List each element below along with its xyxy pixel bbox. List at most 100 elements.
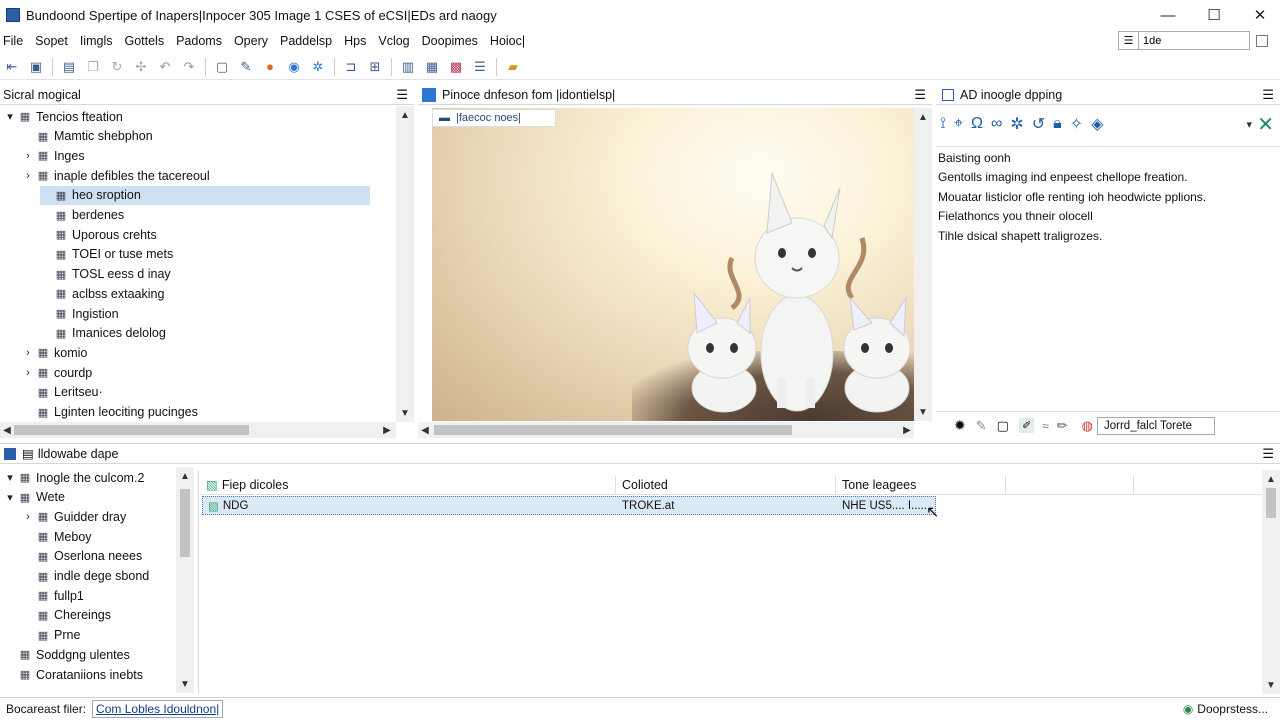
- image-viewer[interactable]: [432, 108, 914, 421]
- tree-item[interactable]: ▦ Soddgng ulentes: [4, 645, 130, 664]
- table-vscroll[interactable]: ▲ ▼: [1262, 470, 1280, 694]
- expand-arrow-icon[interactable]: ›: [22, 170, 34, 182]
- tree-item[interactable]: ▾ ▦ Wete: [4, 488, 65, 507]
- pencil-icon[interactable]: ✏︎: [1057, 418, 1068, 434]
- tree-item[interactable]: ▦ Corataniions inebts: [4, 665, 143, 684]
- footer-field[interactable]: Jorrd_falcl Torete: [1097, 416, 1215, 435]
- link-tool-icon[interactable]: ∞: [991, 115, 1002, 133]
- tree-item[interactable]: ▦ Ingistion: [40, 304, 119, 323]
- tree-item[interactable]: ▦ Oserlona neees: [22, 547, 142, 566]
- tree-item[interactable]: ▦ Lginten leociting pucinges: [22, 403, 198, 422]
- panel-icon[interactable]: ▥: [398, 57, 418, 77]
- scroll-thumb[interactable]: [14, 425, 249, 435]
- gear-icon[interactable]: ✲: [308, 57, 328, 77]
- link-icon[interactable]: ⊐: [341, 57, 361, 77]
- settings-tool-icon[interactable]: ✲: [1010, 114, 1023, 134]
- scroll-thumb[interactable]: [1266, 488, 1276, 518]
- scroll-thumb[interactable]: [180, 489, 190, 557]
- scroll-down-icon[interactable]: ▼: [914, 403, 932, 421]
- viewer-hscroll[interactable]: ◀ ▶: [418, 422, 914, 438]
- refresh-icon[interactable]: ↻: [107, 57, 127, 77]
- scroll-up-icon[interactable]: ▲: [1262, 470, 1280, 488]
- column-header[interactable]: ▧ Fiep dicoles: [200, 475, 616, 494]
- expand-arrow-icon[interactable]: ▾: [4, 491, 16, 504]
- checkbox[interactable]: [1256, 34, 1268, 47]
- edit-icon[interactable]: ✎: [236, 57, 256, 77]
- tree-item[interactable]: ▾ ▦ Inogle the culcom.2: [4, 468, 144, 487]
- pane-menu-icon[interactable]: ☰: [396, 87, 408, 103]
- tree-item[interactable]: ▦ aclbss extaaking: [40, 284, 165, 303]
- pane-menu-icon[interactable]: ☰: [914, 87, 926, 103]
- scroll-down-icon[interactable]: ▼: [176, 675, 194, 693]
- scroll-right-icon[interactable]: ▶: [380, 422, 394, 438]
- expand-arrow-icon[interactable]: ▾: [4, 110, 16, 123]
- tree-item[interactable]: ▦ TOSL eess d inay: [40, 265, 171, 284]
- column-header-empty[interactable]: [1006, 475, 1134, 494]
- globe-icon[interactable]: ◉: [284, 57, 304, 77]
- layers-icon[interactable]: ☰: [470, 57, 490, 77]
- scroll-right-icon[interactable]: ▶: [900, 422, 914, 438]
- tree-item[interactable]: › ▦ courdp: [22, 363, 92, 382]
- tree-item[interactable]: ▦ Meboy: [22, 527, 92, 546]
- menu-item[interactable]: Opery: [230, 34, 276, 48]
- brush-icon[interactable]: ✹: [954, 417, 966, 434]
- edit-icon[interactable]: ✐: [1018, 418, 1035, 433]
- tree-item[interactable]: › ▦ komio: [22, 343, 87, 362]
- magic-tool-icon[interactable]: ✧: [1070, 114, 1083, 134]
- tree-item[interactable]: ▦ Imanices delolog: [40, 324, 166, 343]
- center-tab[interactable]: ▬ |faecoc noes|: [432, 109, 556, 127]
- scroll-up-icon[interactable]: ▲: [914, 108, 932, 126]
- redo-icon[interactable]: ↷: [179, 57, 199, 77]
- pane-menu-icon[interactable]: ☰: [1262, 446, 1274, 462]
- palette-icon[interactable]: ▩: [446, 57, 466, 77]
- frame-icon[interactable]: ▢: [212, 57, 232, 77]
- lock-tool-icon[interactable]: 🔒︎: [1053, 115, 1062, 133]
- tree-item[interactable]: ▦ Leritseu·: [22, 383, 103, 402]
- tree-item[interactable]: ▦ berdenes: [40, 206, 124, 225]
- tree-item[interactable]: ▦ indle dege sbond: [22, 567, 149, 586]
- left-tree-hscroll[interactable]: ◀ ▶: [0, 422, 396, 438]
- maximize-button[interactable]: ☐: [1191, 0, 1237, 30]
- viewer-vscroll[interactable]: ▲ ▼: [914, 108, 932, 421]
- undo-icon[interactable]: ↶: [155, 57, 175, 77]
- crop-tool-icon[interactable]: ⌖: [954, 115, 963, 133]
- chevron-down-icon[interactable]: ▾: [1246, 118, 1252, 131]
- scroll-down-icon[interactable]: ▼: [396, 404, 414, 422]
- column-header[interactable]: Colioted: [616, 475, 836, 494]
- rotate-tool-icon[interactable]: ↺: [1032, 114, 1045, 134]
- tree-item[interactable]: ▦ heo sroption: [40, 185, 370, 205]
- list-icon[interactable]: ☰: [1118, 31, 1138, 50]
- expand-arrow-icon[interactable]: ›: [22, 150, 34, 162]
- status-link[interactable]: Com Lobles Idouldnon|: [92, 700, 224, 718]
- tree-item[interactable]: › ▦ inaple defibles the tacereoul: [22, 166, 210, 185]
- tree-item[interactable]: › ▦ Guidder dray: [22, 507, 126, 526]
- scroll-left-icon[interactable]: ◀: [418, 422, 432, 438]
- menu-item[interactable]: Sopet: [31, 34, 76, 48]
- expand-arrow-icon[interactable]: ›: [22, 511, 34, 523]
- scroll-thumb[interactable]: [434, 425, 792, 435]
- menu-item[interactable]: Hps: [340, 34, 374, 48]
- menu-item[interactable]: Gottels: [120, 34, 172, 48]
- expand-arrow-icon[interactable]: ▾: [4, 471, 16, 484]
- expand-arrow-icon[interactable]: ›: [22, 367, 34, 379]
- close-panel-icon[interactable]: ✕: [1257, 112, 1274, 137]
- bottom-tree-vscroll[interactable]: ▲ ▼: [176, 467, 194, 693]
- scroll-up-icon[interactable]: ▲: [176, 467, 194, 485]
- column-header[interactable]: Tone leagees: [836, 475, 1006, 494]
- menu-item[interactable]: Vclog: [374, 34, 417, 48]
- tree-item[interactable]: ▦ Prne: [22, 626, 81, 645]
- minimize-button[interactable]: —: [1145, 0, 1191, 30]
- lasso-tool-icon[interactable]: Ω: [971, 115, 983, 133]
- scroll-down-icon[interactable]: ▼: [1262, 676, 1280, 694]
- menu-item[interactable]: File: [0, 34, 31, 48]
- grid-icon[interactable]: ▦: [422, 57, 442, 77]
- menu-item[interactable]: Hoioc|: [486, 34, 533, 48]
- copy-icon[interactable]: ❐: [83, 57, 103, 77]
- folder-icon[interactable]: ▰: [503, 57, 523, 77]
- menu-item[interactable]: Iimgls: [76, 34, 121, 48]
- search-input[interactable]: [1138, 31, 1250, 50]
- scroll-left-icon[interactable]: ◀: [0, 422, 14, 438]
- tree-item[interactable]: ▦ Mamtic shebphon: [22, 127, 153, 146]
- tree-item[interactable]: ▾ ▦ Tencios fteation: [4, 107, 123, 126]
- close-button[interactable]: ✕: [1237, 0, 1280, 30]
